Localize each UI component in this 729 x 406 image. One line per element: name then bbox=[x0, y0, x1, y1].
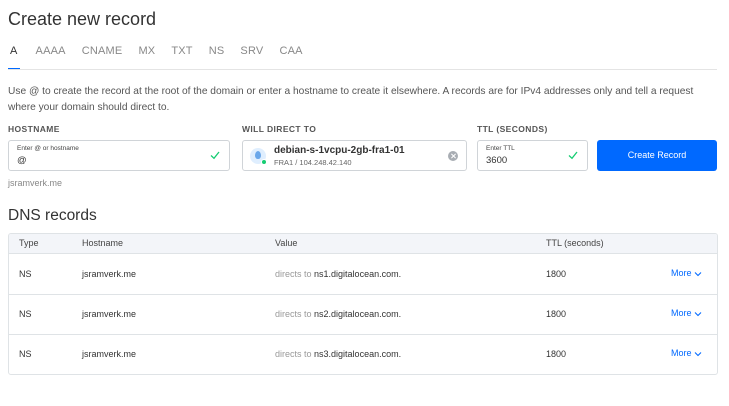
row-type: NS bbox=[19, 269, 32, 279]
row-type: NS bbox=[19, 349, 32, 359]
row-value: directs to ns1.digitalocean.com. bbox=[275, 269, 401, 279]
record-type-tabs: A AAAA CNAME MX TXT NS SRV CAA bbox=[8, 44, 319, 70]
ttl-value: 3600 bbox=[486, 155, 508, 166]
more-button[interactable]: More bbox=[671, 348, 702, 358]
column-type: Type bbox=[19, 238, 39, 248]
droplet-name: debian-s-1vcpu-2gb-fra1-01 bbox=[274, 145, 405, 156]
droplet-icon bbox=[250, 148, 267, 165]
row-hostname: jsramverk.me bbox=[82, 269, 137, 279]
row-value-prefix: directs to bbox=[275, 349, 312, 359]
more-label: More bbox=[671, 268, 692, 278]
more-button[interactable]: More bbox=[671, 268, 702, 278]
dns-records-table: Type Hostname Value TTL (seconds) NS jsr… bbox=[8, 233, 718, 375]
row-value-text: ns1.digitalocean.com. bbox=[314, 269, 402, 279]
row-value: directs to ns3.digitalocean.com. bbox=[275, 349, 401, 359]
row-ttl: 1800 bbox=[546, 269, 567, 279]
chevron-down-icon bbox=[694, 311, 701, 316]
more-label: More bbox=[671, 348, 692, 358]
direct-label: WILL DIRECT TO bbox=[242, 124, 317, 134]
row-ttl: 1800 bbox=[546, 309, 567, 319]
chevron-down-icon bbox=[694, 351, 701, 356]
check-icon bbox=[210, 151, 220, 160]
table-row: NS jsramverk.me directs to ns3.digitaloc… bbox=[9, 335, 717, 374]
tab-mx[interactable]: MX bbox=[138, 44, 155, 70]
record-description: Use @ to create the record at the root o… bbox=[8, 86, 694, 113]
row-ttl: 1800 bbox=[546, 349, 567, 359]
tab-a[interactable]: A bbox=[8, 44, 20, 70]
row-hostname: jsramverk.me bbox=[82, 349, 137, 359]
column-hostname: Hostname bbox=[82, 238, 124, 248]
more-label: More bbox=[671, 308, 692, 318]
tabs-divider bbox=[8, 69, 717, 70]
tab-cname[interactable]: CNAME bbox=[82, 44, 123, 70]
ttl-label: TTL (SECONDS) bbox=[477, 124, 548, 134]
row-type: NS bbox=[19, 309, 32, 319]
tab-ns[interactable]: NS bbox=[209, 44, 225, 70]
hostname-field[interactable]: Enter @ or hostname @ bbox=[8, 140, 230, 171]
table-header: Type Hostname Value TTL (seconds) bbox=[9, 234, 717, 254]
page-title: Create new record bbox=[8, 9, 157, 29]
ttl-placeholder: Enter TTL bbox=[486, 145, 515, 152]
ttl-field[interactable]: Enter TTL 3600 bbox=[477, 140, 588, 171]
domain-hint: jsramverk.me bbox=[8, 178, 63, 188]
row-value-text: ns2.digitalocean.com. bbox=[314, 309, 402, 319]
row-value-prefix: directs to bbox=[275, 269, 312, 279]
tab-txt[interactable]: TXT bbox=[171, 44, 192, 70]
column-ttl: TTL (seconds) bbox=[546, 238, 604, 248]
create-record-button[interactable]: Create Record bbox=[597, 140, 717, 171]
hostname-placeholder: Enter @ or hostname bbox=[17, 145, 79, 152]
column-value: Value bbox=[275, 238, 298, 248]
droplet-location: FRA1 / 104.248.42.140 bbox=[274, 158, 352, 167]
tab-aaaa[interactable]: AAAA bbox=[36, 44, 66, 70]
chevron-down-icon bbox=[694, 271, 701, 276]
table-row: NS jsramverk.me directs to ns2.digitaloc… bbox=[9, 295, 717, 335]
check-icon bbox=[568, 151, 578, 160]
direct-to-select[interactable]: debian-s-1vcpu-2gb-fra1-01 FRA1 / 104.24… bbox=[242, 140, 467, 171]
clear-icon[interactable] bbox=[448, 151, 458, 161]
row-value: directs to ns2.digitalocean.com. bbox=[275, 309, 401, 319]
hostname-label: HOSTNAME bbox=[8, 124, 60, 134]
tab-srv[interactable]: SRV bbox=[240, 44, 263, 70]
row-hostname: jsramverk.me bbox=[82, 309, 137, 319]
row-value-text: ns3.digitalocean.com. bbox=[314, 349, 402, 359]
row-value-prefix: directs to bbox=[275, 309, 312, 319]
hostname-value: @ bbox=[17, 155, 27, 166]
more-button[interactable]: More bbox=[671, 308, 702, 318]
tab-caa[interactable]: CAA bbox=[279, 44, 302, 70]
table-row: NS jsramverk.me directs to ns1.digitaloc… bbox=[9, 255, 717, 295]
dns-records-title: DNS records bbox=[8, 207, 97, 224]
